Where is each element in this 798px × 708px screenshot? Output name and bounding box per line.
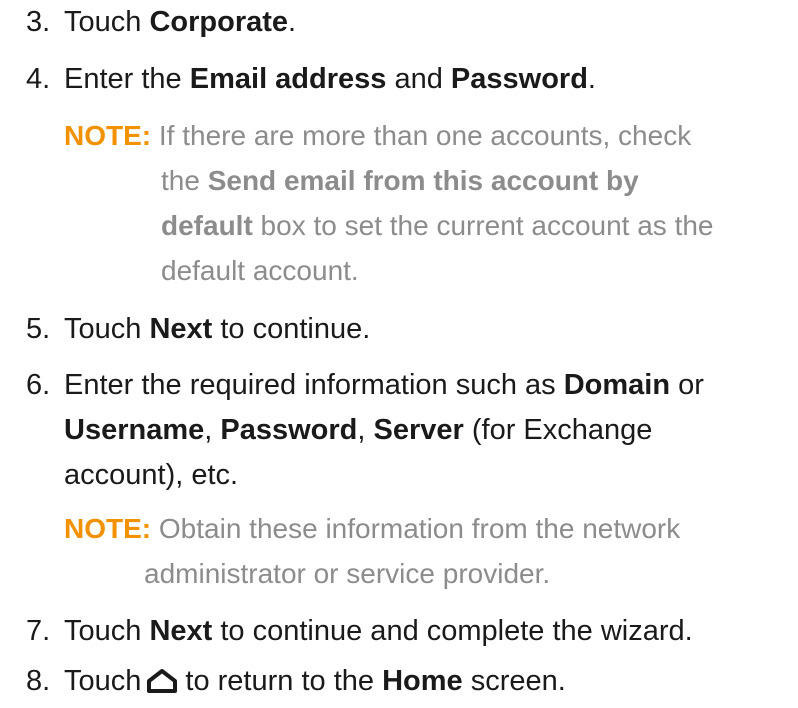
bold-text: Next — [149, 615, 213, 647]
step-number: 4. — [26, 63, 51, 95]
step-8: 8. Touch to return to the Home screen. — [26, 659, 566, 704]
step-number: 3. — [26, 6, 51, 38]
step-text: Touch Next to continue. — [64, 307, 370, 352]
bold-text: Domain — [563, 369, 671, 401]
text: to continue. — [212, 313, 371, 345]
text: . — [587, 63, 596, 95]
bold-text: Email address — [189, 63, 387, 95]
text: box to set the current account as the — [252, 210, 714, 241]
bold-text: Password — [450, 63, 588, 95]
bold-text: Next — [149, 313, 213, 345]
text: and — [386, 63, 451, 95]
step-number: 7. — [26, 615, 51, 647]
step-5: 5. Touch Next to continue. — [26, 307, 370, 352]
text: , — [357, 414, 374, 446]
bold-text: Username — [64, 414, 205, 446]
text: , — [204, 414, 221, 446]
note-2: NOTE: Obtain these information from the … — [64, 506, 681, 589]
step-number: 6. — [26, 369, 51, 401]
step-text: Touch Corporate. — [64, 0, 296, 45]
bold-text: Home — [382, 665, 463, 697]
home-icon — [145, 663, 179, 708]
text: (for Exchange — [463, 414, 653, 446]
note-text: If there are more than one accounts, che… — [151, 120, 692, 151]
text: administrator or service provider. — [144, 558, 551, 589]
step-6: 6. Enter the required information such a… — [26, 363, 704, 491]
step-text: Touch to return to the Home screen. — [64, 659, 566, 708]
text: Enter the required information such as — [64, 369, 564, 401]
text: to return to the — [185, 665, 383, 697]
bold-text: Corporate — [149, 6, 289, 38]
text: Enter the — [64, 63, 190, 95]
step-text: Touch Next to continue and complete the … — [64, 609, 693, 654]
bold-text: Password — [220, 414, 358, 446]
text: Touch — [64, 313, 150, 345]
note-label: NOTE: — [64, 513, 152, 544]
note-text: Obtain these information from the networ… — [151, 513, 681, 544]
text: Touch — [64, 665, 142, 697]
text: screen. — [462, 665, 566, 697]
text: account), etc. — [64, 459, 239, 491]
text: or — [670, 369, 704, 401]
text: Touch — [64, 6, 150, 38]
step-text: Enter the Email address and Password. — [64, 57, 596, 102]
step-line: account), etc. — [64, 453, 238, 498]
text: the — [161, 165, 208, 196]
bold-text: default — [161, 210, 253, 241]
note-label: NOTE: — [64, 120, 152, 151]
note-line: default box to set the current account a… — [161, 203, 714, 248]
note-line: administrator or service provider. — [144, 551, 550, 596]
step-number: 8. — [26, 665, 51, 697]
bold-text: Server — [373, 414, 464, 446]
step-number: 5. — [26, 313, 51, 345]
text: default account. — [161, 255, 359, 286]
note-line: default account. — [161, 248, 359, 293]
step-3: 3. Touch Corporate. — [26, 0, 296, 45]
note-line: the Send email from this account by — [161, 158, 639, 203]
text: to continue and complete the wizard. — [212, 615, 693, 647]
step-7: 7. Touch Next to continue and complete t… — [26, 609, 693, 654]
text: . — [288, 6, 297, 38]
note-1: NOTE: If there are more than one account… — [64, 113, 714, 286]
step-4: 4. Enter the Email address and Password. — [26, 57, 596, 102]
step-line: Username, Password, Server (for Exchange — [64, 408, 652, 453]
bold-text: Send email from this account by — [207, 165, 639, 196]
instruction-document: 3. Touch Corporate. 4. Enter the Email a… — [0, 0, 798, 704]
text: Touch — [64, 615, 150, 647]
step-text: Enter the required information such as D… — [64, 363, 704, 408]
